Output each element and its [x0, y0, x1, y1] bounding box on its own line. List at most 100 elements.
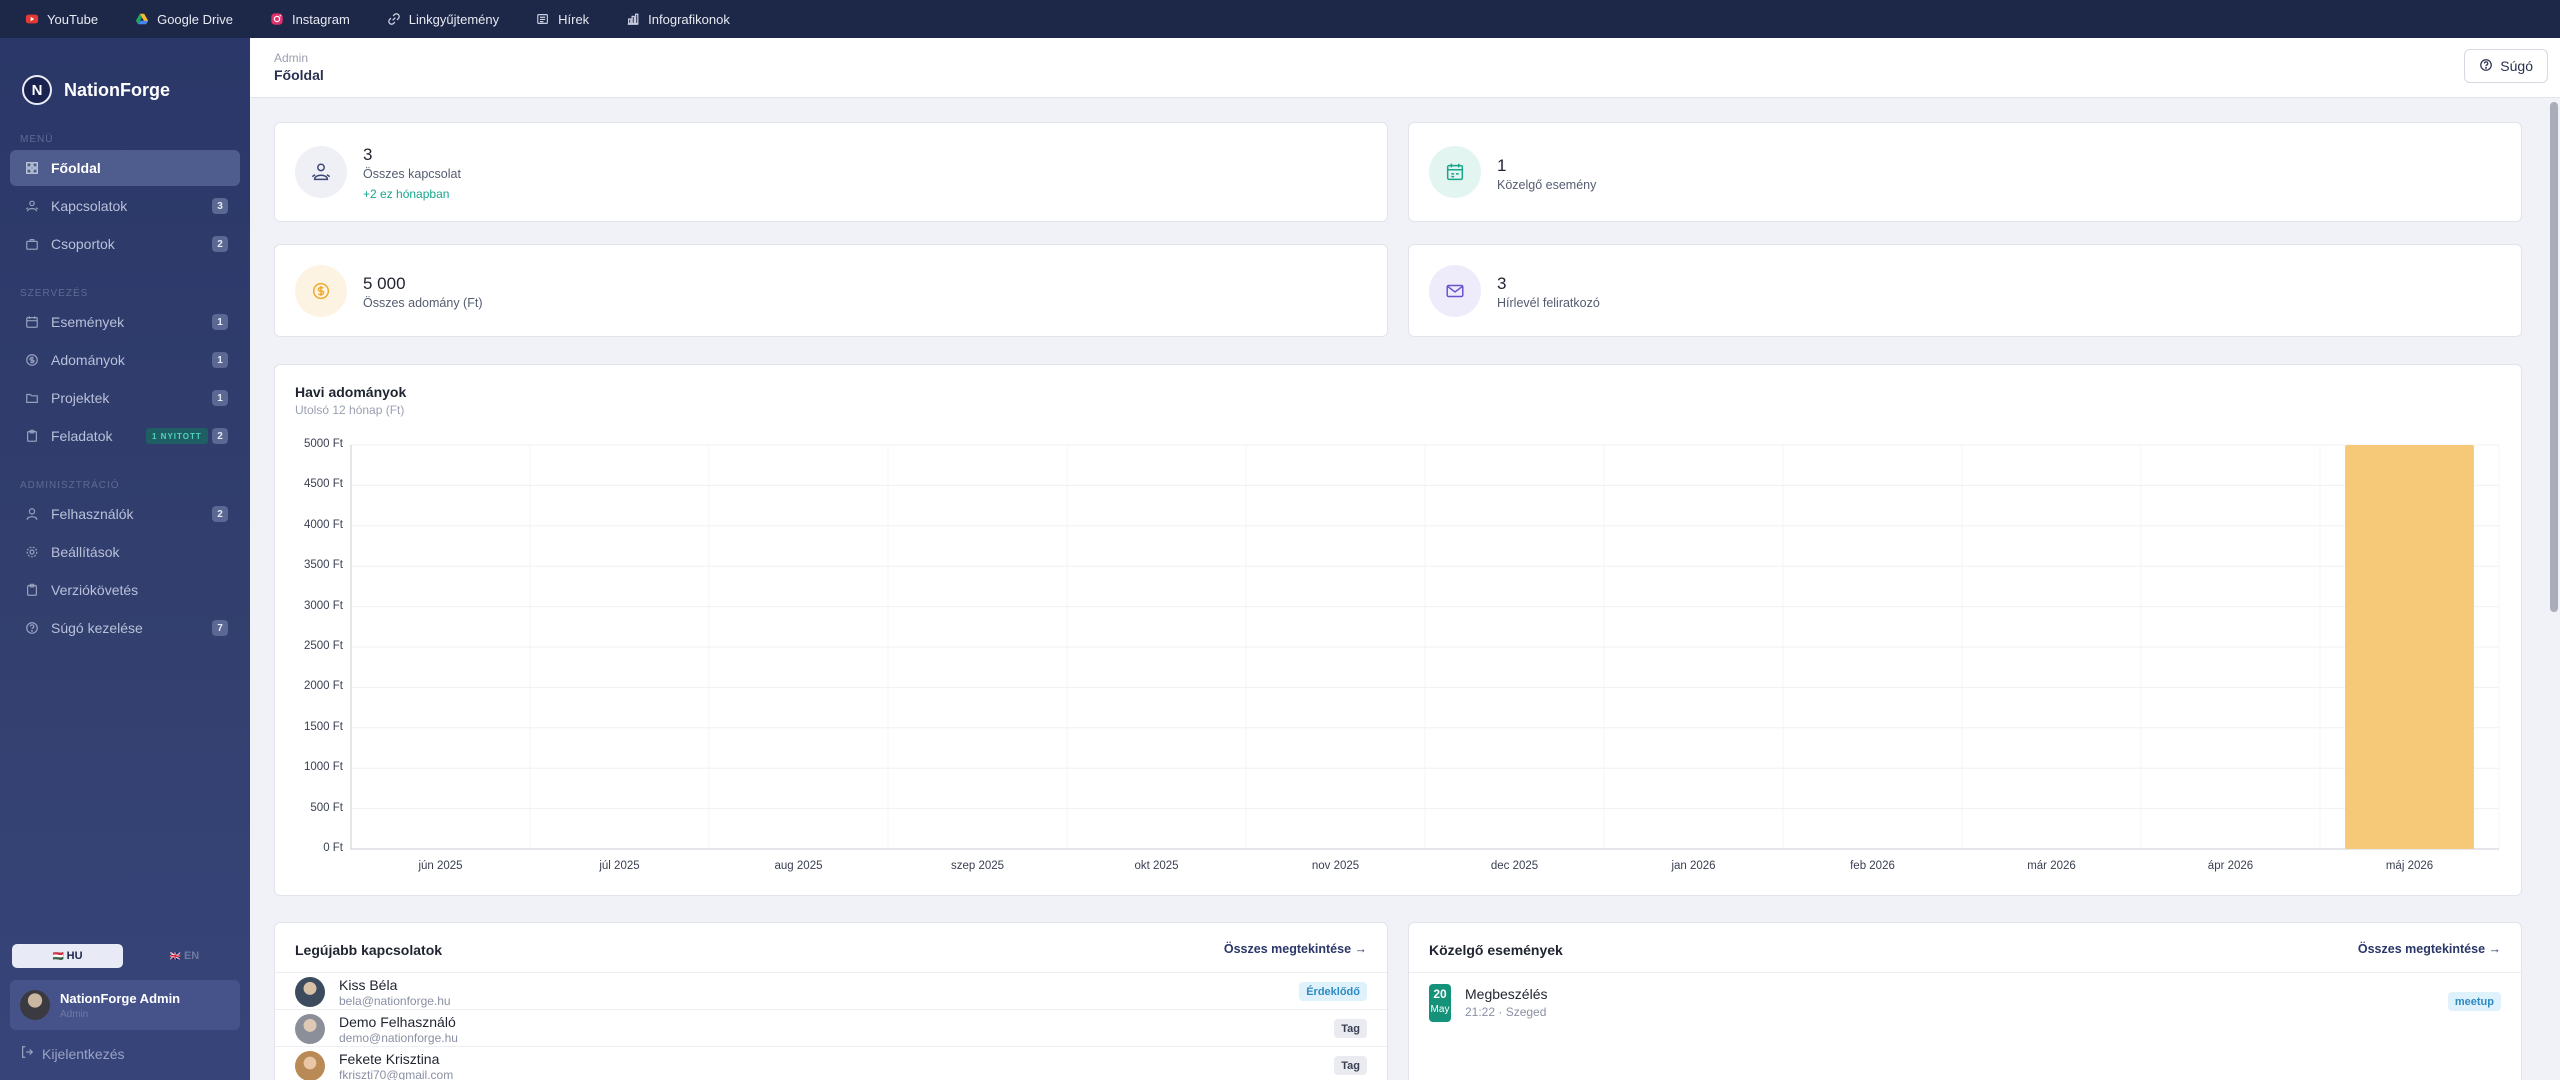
open-tasks-tag: 1 NYITOTT — [146, 428, 208, 444]
recent-contacts-panel: Legújabb kapcsolatok Összes megtekintése… — [274, 922, 1388, 1080]
x-tick-label: feb 2026 — [1850, 860, 1895, 872]
sidebar-item-label: Felhasználók — [51, 506, 134, 522]
folder-icon — [24, 390, 40, 406]
sidebar-item-label: Verziókövetés — [51, 582, 139, 598]
contact-name: Demo Felhasználó — [339, 1014, 456, 1030]
sidebar-item-donations[interactable]: Adományok 1 — [10, 342, 240, 378]
panel-title: Legújabb kapcsolatok — [295, 942, 443, 958]
lang-hu-button[interactable]: 🇭🇺 HU — [12, 944, 123, 968]
breadcrumb-parent[interactable]: Admin — [274, 51, 308, 65]
instagram-icon — [269, 11, 285, 27]
current-user[interactable]: NationForge Admin Admin — [10, 980, 240, 1030]
sidebar-item-label: Főoldal — [51, 160, 101, 176]
coin-icon — [24, 352, 40, 368]
section-label-admin: ADMINISZTRÁCIÓ — [20, 480, 120, 491]
list-item[interactable]: Kiss Béla bela@nationforge.hu Érdeklődő — [275, 972, 1387, 1009]
y-tick-label: 2000 Ft — [304, 680, 343, 693]
contact-name: Kiss Béla — [339, 977, 398, 993]
scrollbar-thumb[interactable] — [2550, 102, 2558, 612]
x-tick-label: júl 2025 — [599, 860, 640, 872]
contact-email: fkriszti70@gmail.com — [339, 1068, 454, 1080]
avatar — [20, 990, 50, 1020]
list-item[interactable]: 20 May Megbeszélés 21:22 · Szeged meetup — [1409, 972, 2521, 1032]
language-switch: 🇭🇺 HU 🇬🇧 EN — [12, 944, 240, 968]
stat-card-contacts[interactable]: 3 Összes kapcsolat +2 ez hónapban — [274, 122, 1388, 222]
stat-card-donations[interactable]: 5 000 Összes adomány (Ft) — [274, 244, 1388, 337]
sidebar-item-label: Adományok — [51, 352, 125, 368]
count-badge: 7 — [212, 620, 228, 636]
logout-icon — [20, 1045, 34, 1062]
x-tick-label: már 2026 — [2027, 860, 2076, 872]
sidebar-item-label: Súgó kezelése — [51, 620, 143, 636]
panel-title: Közelgő események — [1429, 942, 1563, 958]
avatar — [295, 977, 325, 1007]
toplink-infographics[interactable]: Infografikonok — [625, 0, 748, 38]
user-icon — [24, 506, 40, 522]
toplink-youtube[interactable]: YouTube — [24, 0, 116, 38]
mail-icon — [1429, 265, 1481, 317]
y-tick-label: 3000 Ft — [304, 599, 343, 612]
stat-card-newsletter[interactable]: 3 Hírlevél feliratkozó — [1408, 244, 2522, 337]
brand-logo: N — [22, 75, 52, 105]
toplink-instagram[interactable]: Instagram — [269, 0, 368, 38]
sidebar-item-label: Kapcsolatok — [51, 198, 128, 214]
y-tick-label: 1000 Ft — [304, 761, 343, 774]
sidebar: N NationForge MENÜ Főoldal Kapcsolatok 3… — [0, 38, 250, 1080]
count-badge: 2 — [212, 236, 228, 252]
gb-flag-icon: 🇬🇧 — [169, 950, 181, 961]
calendar-icon — [1429, 146, 1481, 198]
event-meta: 21:22 · Szeged — [1465, 1005, 1547, 1019]
toplink-news[interactable]: Hírek — [535, 0, 607, 38]
chart-bar[interactable] — [2345, 445, 2474, 849]
y-tick-label: 3500 Ft — [304, 559, 343, 572]
sidebar-item-dashboard[interactable]: Főoldal — [10, 150, 240, 186]
count-badge: 1 — [212, 352, 228, 368]
calendar-icon — [24, 314, 40, 330]
page-title: Főoldal — [274, 67, 324, 83]
avatar — [295, 1051, 325, 1080]
sidebar-item-versioning[interactable]: Verziókövetés — [10, 572, 240, 608]
view-all-events-link[interactable]: Összes megtekintése → — [2358, 942, 2501, 956]
sidebar-item-projects[interactable]: Projektek 1 — [10, 380, 240, 416]
toplink-label: YouTube — [47, 11, 99, 27]
chart-subtitle: Utolsó 12 hónap (Ft) — [295, 403, 405, 417]
x-tick-label: okt 2025 — [1134, 860, 1179, 872]
brand[interactable]: N NationForge — [0, 38, 250, 118]
sidebar-item-users[interactable]: Felhasználók 2 — [10, 496, 240, 532]
x-tick-label: szep 2025 — [950, 860, 1005, 872]
toplink-label: Hírek — [558, 11, 590, 27]
sidebar-item-label: Projektek — [51, 390, 110, 406]
stat-value: 5 000 — [363, 274, 406, 293]
x-tick-label: nov 2025 — [1311, 860, 1360, 872]
list-item[interactable]: Fekete Krisztina fkriszti70@gmail.com Ta… — [275, 1046, 1387, 1080]
stat-trend: +2 ez hónapban — [363, 187, 450, 201]
view-all-contacts-link[interactable]: Összes megtekintése → — [1224, 942, 1367, 956]
sidebar-item-events[interactable]: Események 1 — [10, 304, 240, 340]
sidebar-item-help-admin[interactable]: Súgó kezelése 7 — [10, 610, 240, 646]
sidebar-item-settings[interactable]: Beállítások — [10, 534, 240, 570]
event-day: 20 — [1433, 987, 1447, 1001]
dashboard-icon — [24, 160, 40, 176]
y-tick-label: 500 Ft — [310, 801, 343, 814]
chart-plot — [350, 444, 2500, 850]
stat-value: 3 — [1497, 274, 1507, 293]
lang-en-button[interactable]: 🇬🇧 EN — [129, 944, 240, 968]
sidebar-item-groups[interactable]: Csoportok 2 — [10, 226, 240, 262]
list-item[interactable]: Demo Felhasználó demo@nationforge.hu Tag — [275, 1009, 1387, 1046]
status-badge: Tag — [1334, 1056, 1367, 1075]
toplink-links[interactable]: Linkgyűjtemény — [386, 0, 517, 38]
briefcase-icon — [24, 236, 40, 252]
sidebar-item-contacts[interactable]: Kapcsolatok 3 — [10, 188, 240, 224]
toplink-google-drive[interactable]: Google Drive — [134, 0, 251, 38]
logout-button[interactable]: Kijelentkezés — [20, 1045, 125, 1062]
stat-card-events[interactable]: 1 Közelgő esemény — [1408, 122, 2522, 222]
y-tick-label: 4500 Ft — [304, 478, 343, 491]
user-role: Admin — [60, 1008, 89, 1020]
y-tick-label: 1500 Ft — [304, 720, 343, 733]
stat-value: 1 — [1497, 156, 1507, 175]
toplink-label: Google Drive — [157, 11, 233, 27]
sidebar-item-tasks[interactable]: Feladatok 1 NYITOTT 2 — [10, 418, 240, 454]
toplink-label: Infografikonok — [648, 11, 730, 27]
help-button[interactable]: Súgó — [2464, 49, 2548, 83]
toplink-label: Instagram — [291, 11, 350, 27]
